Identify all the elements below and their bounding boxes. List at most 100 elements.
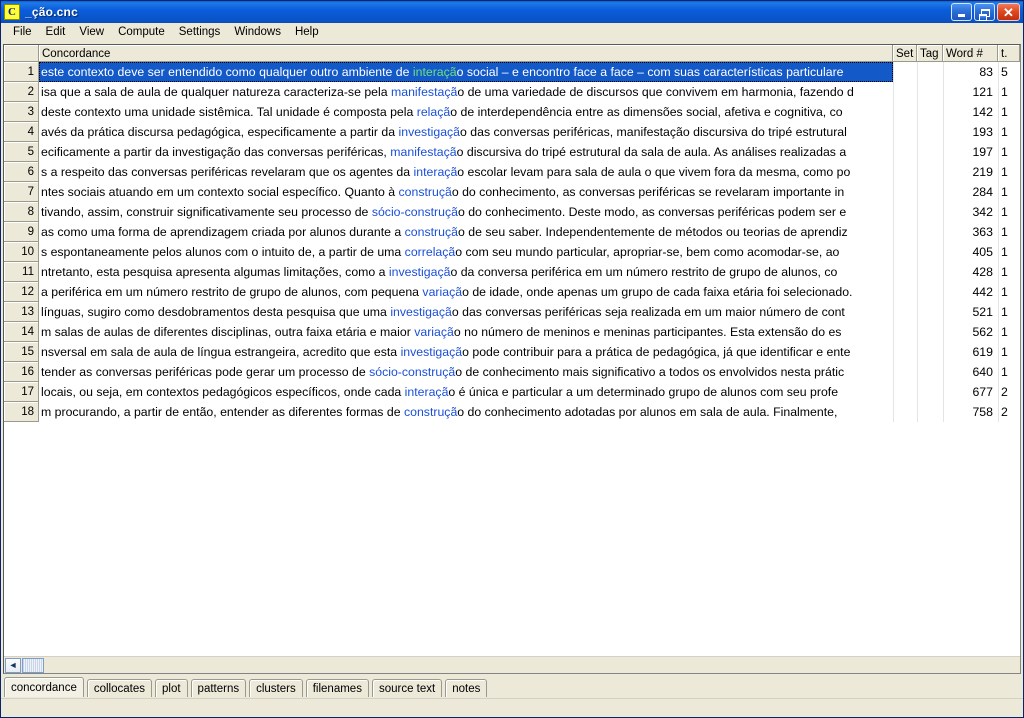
row-set-value [893,82,917,102]
concordance-keyword: manifestaçã [390,145,457,159]
close-button[interactable]: ✕ [997,3,1020,21]
concordance-line[interactable]: as como uma forma de aprendizagem criada… [39,222,893,242]
column-header-tag[interactable]: Tag [917,45,943,62]
table-row[interactable]: 8 tivando, assim, construir significativa… [4,202,1020,222]
concordance-line[interactable]: este contexto deve ser entendido como qu… [39,62,893,82]
column-header-concordance[interactable]: Concordance [39,45,893,62]
concordance-line[interactable]: tender as conversas periféricas pode ger… [39,362,893,382]
row-index: 10 [4,242,39,262]
table-row[interactable]: 5 ecificamente a partir da investigação d… [4,142,1020,162]
concordance-keyword: variaçã [414,325,454,339]
concordance-keyword: interaçã [412,65,457,79]
scrollbar-thumb[interactable] [22,657,44,673]
table-row[interactable]: 3 deste contexto uma unidade sistêmica. … [4,102,1020,122]
row-tag-value [917,82,943,102]
concordance-line[interactable]: ntretanto, esta pesquisa apresenta algum… [39,262,893,282]
concordance-line[interactable]: m salas de aulas de diferentes disciplin… [39,322,893,342]
row-tag-value [917,342,943,362]
row-word-number: 219 [943,162,998,182]
concordance-keyword: relaçã [416,105,451,119]
tab-notes[interactable]: notes [445,679,488,698]
concordance-left-context: s espontaneamente pelos alunos com o int… [41,245,405,259]
concordance-right-context: o do conhecimento. Deste modo, as conver… [457,205,847,219]
row-index: 12 [4,282,39,302]
row-truncated-value: 1 [998,82,1020,102]
tab-clusters[interactable]: clusters [249,679,303,698]
menu-item-compute[interactable]: Compute [111,24,172,41]
column-header-set[interactable]: Set [893,45,917,62]
row-index: 14 [4,322,39,342]
tab-concordance[interactable]: concordance [4,677,84,698]
tab-source-text[interactable]: source text [371,679,443,698]
tab-plot[interactable]: plot [155,679,188,698]
tab-collocates[interactable]: collocates [86,679,152,698]
concordance-line[interactable]: ecificamente a partir da investigação da… [39,142,893,162]
table-row[interactable]: 12 a periférica em um número restrito de … [4,282,1020,302]
table-row[interactable]: 1 este contexto deve ser entendido como q… [4,62,1020,82]
row-truncated-value: 2 [998,402,1020,422]
minimize-button[interactable] [951,3,972,21]
table-row[interactable]: 16 tender as conversas periféricas pode … [4,362,1020,382]
row-tag-value [917,62,943,82]
concordance-line[interactable]: tivando, assim, construir significativam… [39,202,893,222]
concordance-line[interactable]: isa que a sala de aula de qualquer natur… [39,82,893,102]
table-header: Concordance Set Tag Word # t. [4,45,1020,62]
menu-item-help[interactable]: Help [288,24,326,41]
table-row[interactable]: 7 ntes sociais atuando em um contexto soc… [4,182,1020,202]
concordance-keyword: construçã [398,185,452,199]
row-index: 16 [4,362,39,382]
horizontal-scrollbar[interactable]: ◄ [4,656,1020,673]
concordance-right-context: o discursiva do tripé estrutural da sala… [456,145,847,159]
row-word-number: 677 [943,382,998,402]
table-row[interactable]: 17 locais, ou seja, em contextos pedagóg… [4,382,1020,402]
table-row[interactable]: 13 línguas, sugiro como desdobramentos d… [4,302,1020,322]
concordance-keyword: investigaçã [390,305,452,319]
row-tag-value [917,282,943,302]
row-set-value [893,322,917,342]
row-tag-value [917,362,943,382]
concordance-line[interactable]: deste contexto uma unidade sistêmica. Ta… [39,102,893,122]
scrollbar-track[interactable] [44,657,1020,673]
menu-item-file[interactable]: File [6,24,39,41]
concordance-line[interactable]: a periférica em um número restrito de gr… [39,282,893,302]
minimize-icon [958,14,965,17]
concordance-line[interactable]: s espontaneamente pelos alunos com o int… [39,242,893,262]
scroll-left-arrow-icon[interactable]: ◄ [5,657,21,673]
concordance-right-context: o de uma variedade de discursos que conv… [457,85,854,99]
table-row[interactable]: 11 ntretanto, esta pesquisa apresenta al… [4,262,1020,282]
concordance-rows[interactable]: 1 este contexto deve ser entendido como q… [4,62,1020,656]
concordance-left-context: locais, ou seja, em contextos pedagógico… [41,385,405,399]
table-row[interactable]: 6 s a respeito das conversas periféricas… [4,162,1020,182]
table-row[interactable]: 9 as como uma forma de aprendizagem criad… [4,222,1020,242]
concordance-line[interactable]: locais, ou seja, em contextos pedagógico… [39,382,893,402]
tab-filenames[interactable]: filenames [305,679,369,698]
row-index: 1 [4,62,39,82]
row-set-value [893,102,917,122]
restore-button[interactable] [974,3,995,21]
row-tag-value [917,402,943,422]
concordance-line[interactable]: m procurando, a partir de então, entende… [39,402,893,422]
table-row[interactable]: 10 s espontaneamente pelos alunos com o i… [4,242,1020,262]
concordance-line[interactable]: nsversal em sala de aula de língua estra… [39,342,893,362]
table-row[interactable]: 14 m salas de aulas de diferentes discipl… [4,322,1020,342]
column-header-word-number[interactable]: Word # [943,45,998,62]
column-header-truncated[interactable]: t. [998,45,1020,62]
menu-item-view[interactable]: View [72,24,111,41]
menu-item-edit[interactable]: Edit [39,24,73,41]
concordance-line[interactable]: línguas, sugiro como desdobramentos dest… [39,302,893,322]
table-row[interactable]: 18 m procurando, a partir de então, enten… [4,402,1020,422]
concordance-line[interactable]: s a respeito das conversas periféricas r… [39,162,893,182]
row-set-value [893,242,917,262]
menu-bar: File Edit View Compute Settings Windows … [1,23,1023,43]
table-row[interactable]: 15 nsversal em sala de aula de língua est… [4,342,1020,362]
concordance-right-context: o das conversas periféricas seja realiza… [451,305,845,319]
concordance-line[interactable]: ntes sociais atuando em um contexto soci… [39,182,893,202]
row-word-number: 342 [943,202,998,222]
column-header-index[interactable] [4,45,39,62]
table-row[interactable]: 4 avés da prática discursa pedagógica, es… [4,122,1020,142]
menu-item-settings[interactable]: Settings [172,24,228,41]
concordance-line[interactable]: avés da prática discursa pedagógica, esp… [39,122,893,142]
menu-item-windows[interactable]: Windows [227,24,288,41]
tab-patterns[interactable]: patterns [190,679,247,698]
table-row[interactable]: 2 isa que a sala de aula de qualquer natu… [4,82,1020,102]
